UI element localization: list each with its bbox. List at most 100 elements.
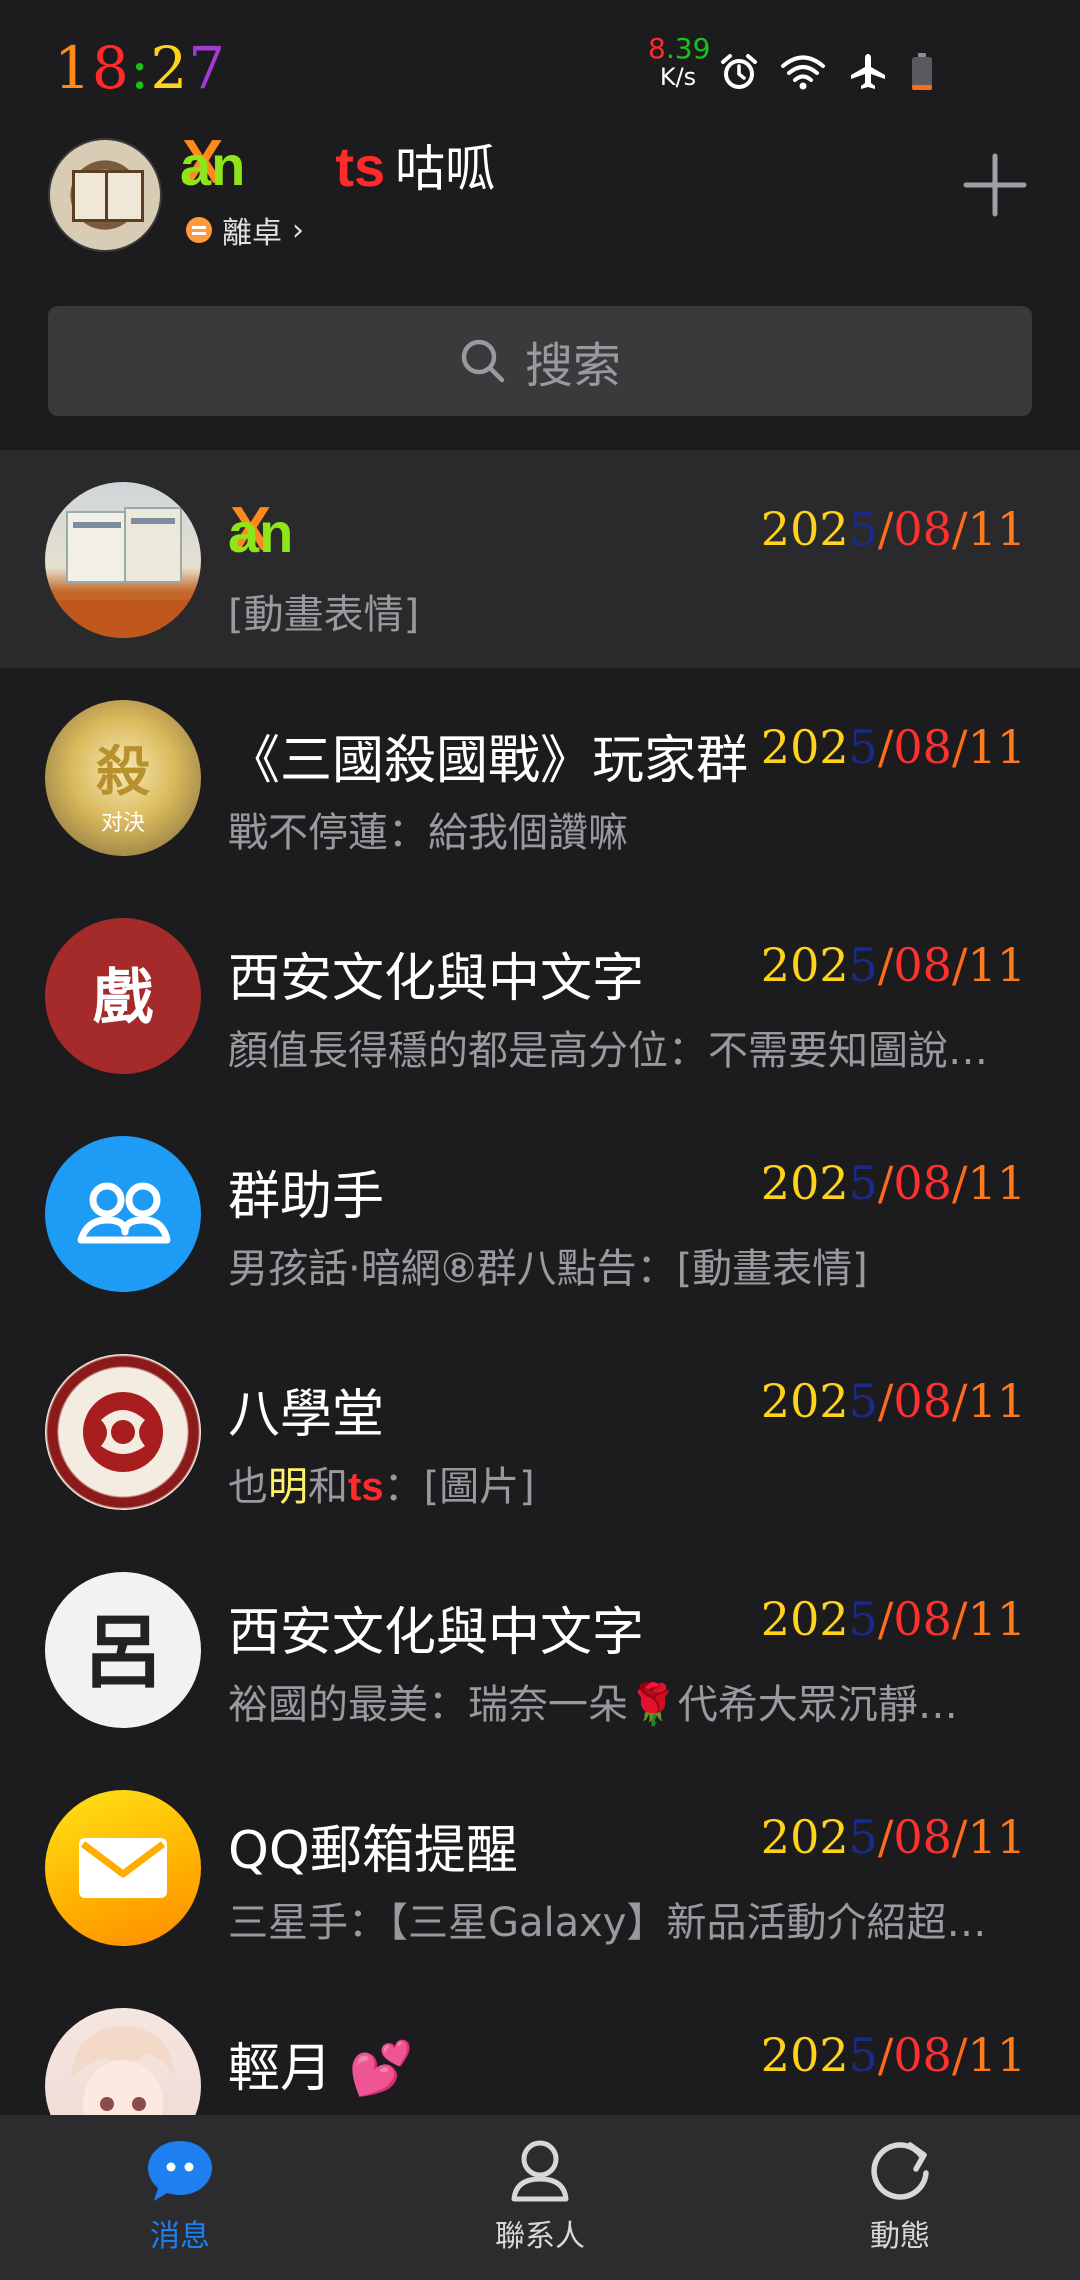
chat-item-group[interactable]: 八學堂 2025/08/11 也明和ts：[圖片] — [0, 1322, 1080, 1540]
away-status-icon — [186, 217, 212, 243]
date-part: / — [951, 938, 968, 992]
chat-item-qq-mail[interactable]: QQ郵箱提醒 2025/08/11 三星手：【三星Galaxy】新品活動介紹超值… — [0, 1758, 1080, 1976]
date-part: 20 — [760, 1592, 820, 1646]
clock-digit: 2 — [150, 34, 189, 102]
mail-icon — [79, 1838, 167, 1898]
chat-bubble-icon — [148, 2141, 212, 2201]
chat-item-group-assistant[interactable]: 群助手 2025/08/11 男孩話·暗網⑧群八點告：[動畫表情] — [0, 1104, 1080, 1322]
net-speed-digit: 8 — [648, 32, 666, 65]
chat-item-group[interactable]: 殺 对決 《三國殺國戰》玩家群 2025/08/11 戰不停蓮：給我個讚嘛 — [0, 668, 1080, 886]
date-part: / — [951, 2028, 968, 2082]
chat-name: Xan — [228, 495, 294, 565]
date-part: 20 — [760, 2028, 820, 2082]
date-part: / — [951, 1810, 968, 1864]
clock: 18:27 — [54, 34, 226, 102]
tab-messages[interactable]: 消息 — [80, 2135, 280, 2265]
chat-avatar: 戲 — [45, 918, 201, 1074]
online-status[interactable]: 離卓 › — [186, 208, 304, 252]
date-part: 20 — [760, 720, 820, 774]
bottom-nav: 消息 聯系人 動態 — [0, 2115, 1080, 2280]
net-speed-value: 8.39 — [648, 32, 711, 65]
date-part: 2 — [819, 1592, 849, 1646]
nickname-logo: Xan — [180, 128, 245, 198]
date-part: / — [877, 1592, 894, 1646]
date-part: / — [951, 1374, 968, 1428]
tab-label: 聯系人 — [495, 2219, 585, 2254]
chat-date: 2025/08/11 — [761, 502, 1026, 556]
chat-name: 《三國殺國戰》玩家群 — [228, 731, 749, 791]
date-part: 5 — [848, 720, 878, 774]
chat-item-xan[interactable]: Xan 2025/08/11 [動畫表情] — [0, 450, 1080, 668]
net-speed: 8.39 K/s — [648, 32, 711, 91]
tab-label: 動態 — [870, 2219, 930, 2254]
date-part: / — [951, 1156, 968, 1210]
date-part: 2 — [819, 1374, 849, 1428]
chevron-right-icon: › — [292, 212, 304, 248]
logo-an: an — [228, 501, 294, 564]
date-part: 2 — [819, 1156, 849, 1210]
nickname: Xan ts 咕呱 — [180, 128, 495, 201]
chat-name-logo: Xan — [228, 495, 294, 565]
airplane-icon — [851, 54, 885, 89]
chat-date: 2025/08/11 — [761, 720, 1026, 774]
dragon-emblem-image — [83, 1392, 163, 1472]
preview-text: 明 — [268, 1464, 308, 1510]
chat-name: QQ郵箱提醒 — [228, 1821, 518, 1881]
chat-name: 輕月 💕 — [228, 2039, 414, 2099]
svg-text:对決: 对決 — [101, 811, 145, 836]
tab-contacts[interactable]: 聯系人 — [440, 2135, 640, 2265]
svg-text:戲: 戲 — [93, 963, 153, 1033]
status-icons — [720, 48, 934, 96]
date-part: / — [877, 1374, 894, 1428]
chat-date: 2025/08/11 — [761, 1374, 1026, 1428]
add-button[interactable] — [960, 150, 1030, 220]
date-part: / — [951, 720, 968, 774]
chat-preview: 裕國的最美：瑞奈一朵🌹代希大眾沉靜精采觀摩… — [228, 1682, 988, 1728]
chat-item-group[interactable]: 戲 西安文化與中文字 2025/08/11 顏值長得穩的都是高分位：不需要知圖說… — [0, 886, 1080, 1104]
date-part: 5 — [848, 1156, 878, 1210]
preview-text: ts — [348, 1465, 384, 1509]
calligraphy-image: 呂 — [83, 1605, 163, 1699]
date-part: 08 — [893, 1592, 952, 1646]
chat-avatar — [45, 482, 201, 638]
chat-date: 2025/08/11 — [761, 938, 1026, 992]
date-part: 2 — [819, 502, 849, 556]
chat-avatar: 呂 — [45, 1572, 201, 1728]
chat-preview: [動畫表情] — [228, 592, 420, 638]
net-speed-digit: 3 — [674, 32, 693, 65]
date-part: / — [877, 2028, 894, 2082]
preview-text: 也 — [228, 1464, 268, 1510]
chat-list: Xan 2025/08/11 [動畫表情] 殺 对決 《三國殺國戰》玩家群 20… — [0, 450, 1080, 2115]
date-part: 11 — [967, 502, 1026, 556]
date-part: 20 — [760, 1374, 820, 1428]
date-part: 2 — [819, 2028, 849, 2082]
date-part: 11 — [967, 720, 1026, 774]
clock-digit: 7 — [188, 34, 227, 102]
date-part: 2 — [819, 1810, 849, 1864]
chat-avatar — [45, 1354, 201, 1510]
tab-moments[interactable]: 動態 — [800, 2135, 1000, 2265]
chat-date: 2025/08/11 — [761, 1156, 1026, 1210]
search-bar[interactable]: 搜索 — [48, 306, 1032, 416]
date-part: 11 — [967, 2028, 1026, 2082]
contacts-icon — [511, 2140, 569, 2202]
svg-text:殺: 殺 — [96, 739, 150, 803]
date-part: 20 — [760, 502, 820, 556]
date-part: 20 — [760, 1810, 820, 1864]
chat-item-contact[interactable]: 輕月 💕 2025/08/11 — [0, 1976, 1080, 2115]
group-icon — [77, 1182, 171, 1244]
chat-preview: 顏值長得穩的都是高分位：不需要知圖說話吧… — [228, 1028, 988, 1074]
my-avatar[interactable] — [48, 138, 162, 252]
status-bar: 18:27 8.39 K/s — [0, 0, 1080, 130]
game-logo-image: 殺 对決 — [96, 739, 150, 836]
net-speed-unit: K/s — [659, 63, 697, 91]
seal-character-image: 戲 — [93, 963, 153, 1033]
date-part: 08 — [893, 1810, 952, 1864]
clock-digit: : — [129, 34, 151, 102]
date-part: 5 — [848, 2028, 878, 2082]
net-speed-digit: 9 — [692, 32, 711, 65]
date-part: / — [877, 938, 894, 992]
chat-avatar — [45, 1136, 201, 1292]
nickname-text: ts 咕呱 — [335, 129, 495, 201]
chat-item-group[interactable]: 呂 西安文化與中文字 2025/08/11 裕國的最美：瑞奈一朵🌹代希大眾沉靜精… — [0, 1540, 1080, 1758]
